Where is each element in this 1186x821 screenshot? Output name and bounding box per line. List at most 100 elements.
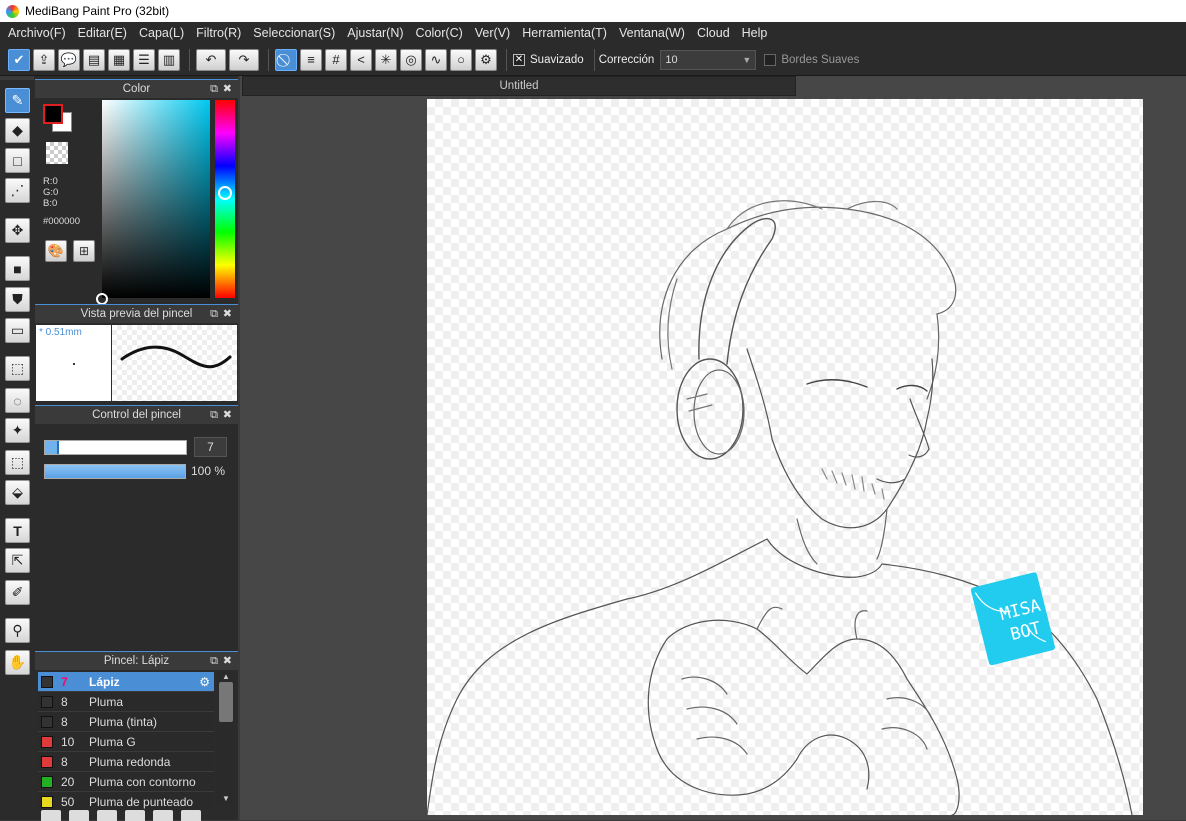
menu-ajustar[interactable]: Ajustar(N) [341,26,409,40]
close-icon[interactable]: ✖ [223,305,232,323]
snap-concentric-icon[interactable]: ◎ [400,48,422,71]
scrollbar-thumb[interactable] [219,682,233,722]
menu-archivo[interactable]: Archivo(F) [2,26,72,40]
brush-row-pluma[interactable]: 8 Pluma [38,692,214,712]
brush-list-title: Pincel: Lápiz [103,655,170,667]
menu-capa[interactable]: Capa(L) [133,26,190,40]
drawing-canvas[interactable]: MISA BOT [427,99,1143,815]
close-icon[interactable]: ✖ [223,652,232,670]
soft-edges-checkbox[interactable] [764,53,777,66]
main-toolbar: ✔ ⇪ 💬 ▤ ▦ ☰ ▥ ↶ ↷ ⃠ ≡ # < ✳ ◎ ∿ ○ ⚙ ✕ Su… [0,44,1186,76]
copy-brush-icon[interactable] [69,810,89,821]
gradient-tool-icon[interactable]: ▭ [5,318,30,343]
document-icon[interactable]: ▦ [108,48,130,71]
menu-ventana[interactable]: Ventana(W) [613,26,691,40]
menu-color[interactable]: Color(C) [410,26,469,40]
brush-control-header: Control del pincel ⧉ ✖ [35,406,238,424]
menu-editar[interactable]: Editar(E) [72,26,133,40]
rect-select-tool-icon[interactable]: ⬚ [5,356,30,381]
undo-icon[interactable]: ↶ [196,48,226,71]
operation-tool-icon[interactable]: ⇱ [5,548,30,573]
hand-tool-icon[interactable]: ✋ [5,650,30,675]
snap-radial-icon[interactable]: ✳ [375,48,397,71]
brush-size-value[interactable]: 7 [194,437,227,457]
brush-name: Pluma (tinta) [89,714,158,729]
brush-size: 20 [61,774,75,789]
snap-circle-icon[interactable]: ○ [450,48,472,71]
move-tool-icon[interactable]: ✥ [5,218,30,243]
brush-color-swatch [41,775,53,788]
transparent-color-swatch[interactable] [46,142,68,164]
smoothing-checkbox[interactable]: ✕ [513,53,525,66]
import-brush-icon[interactable] [125,810,145,821]
brush-row-lapiz[interactable]: 7 Lápiz ⚙ [38,672,214,692]
brush-size-mm: * 0.51mm [39,327,82,338]
brush-settings-gear-icon[interactable]: ⚙ [199,675,210,689]
blur-tool-icon[interactable]: ✐ [5,580,30,605]
snap-parallel-icon[interactable]: ≡ [300,48,322,71]
brush-list-scrollbar[interactable]: ▲ ▼ [217,672,235,804]
hue-slider[interactable] [215,100,235,298]
undock-icon[interactable]: ⧉ [210,305,218,323]
color-history-icon[interactable]: ⊞ [73,240,95,262]
brush-row-pluma-contorno[interactable]: 20 Pluma con contorno [38,772,214,792]
brush-row-pluma-g[interactable]: 10 Pluma G [38,732,214,752]
document-tab[interactable]: Untitled [242,76,796,96]
checklist-icon[interactable]: ▥ [158,48,180,71]
select-eraser-tool-icon[interactable]: ⬙ [5,480,30,505]
bucket-tool-icon[interactable]: ⛊ [5,287,30,312]
scroll-down-icon[interactable]: ▼ [217,794,235,804]
select-pen-tool-icon[interactable]: ⬚ [5,450,30,475]
toolbar-divider [268,48,269,71]
lasso-tool-icon[interactable]: ◌ [5,388,30,413]
snap-off-icon[interactable]: ⃠ [275,48,297,71]
menu-cloud[interactable]: Cloud [691,26,736,40]
brush-row-pluma-tinta[interactable]: 8 Pluma (tinta) [38,712,214,732]
saturation-value-picker[interactable] [96,100,210,305]
brush-size-slider[interactable] [44,440,187,455]
eyedropper-tool-icon[interactable]: ⚲ [5,618,30,643]
comment-icon[interactable]: 💬 [58,48,80,71]
shape-tool-icon[interactable]: □ [5,148,30,173]
brush-color-swatch [41,715,53,728]
undock-icon[interactable]: ⧉ [210,406,218,424]
brush-row-pluma-punteado[interactable]: 50 Pluma de punteado [38,792,214,810]
brush-row-pluma-redonda[interactable]: 8 Pluma redonda [38,752,214,772]
fill-rect-tool-icon[interactable]: ■ [5,256,30,281]
undock-icon[interactable]: ⧉ [210,652,218,670]
snap-curve-icon[interactable]: ∿ [425,48,447,71]
snap-perspective-icon[interactable]: < [350,48,372,71]
brush-preview-title: Vista previa del pincel [80,308,193,320]
menu-ver[interactable]: Ver(V) [469,26,516,40]
message-icon[interactable]: ▤ [83,48,105,71]
cloud-save-icon[interactable]: ✔ [8,48,30,71]
redo-icon[interactable]: ↷ [229,48,259,71]
layers-list-icon[interactable]: ☰ [133,48,155,71]
magic-wand-tool-icon[interactable]: ✦ [5,418,30,443]
add-brush-icon[interactable] [41,810,61,821]
hue-slider-knob[interactable] [218,186,232,201]
primary-color-swatch[interactable] [43,104,63,124]
menu-filtro[interactable]: Filtro(R) [190,26,247,40]
share-icon[interactable]: ⇪ [33,48,55,71]
menu-seleccionar[interactable]: Seleccionar(S) [247,26,341,40]
menu-help[interactable]: Help [736,26,774,40]
dot-brush-tool-icon[interactable]: ⋰ [5,178,30,203]
canvas-workspace[interactable]: Untitled MISA BOT [240,76,1186,820]
new-brush-icon[interactable] [97,810,117,821]
scroll-up-icon[interactable]: ▲ [217,672,235,682]
snap-grid-icon[interactable]: # [325,48,347,71]
text-tool-icon[interactable]: T [5,518,30,543]
snap-settings-gear-icon[interactable]: ⚙ [475,48,497,71]
menu-herramienta[interactable]: Herramienta(T) [516,26,613,40]
folder-icon[interactable] [153,810,173,821]
eraser-tool-icon[interactable]: ◆ [5,118,30,143]
close-icon[interactable]: ✖ [223,80,232,98]
delete-brush-icon[interactable] [181,810,201,821]
correction-dropdown[interactable]: 10 ▼ [660,49,757,70]
brush-opacity-slider[interactable] [44,464,186,479]
close-icon[interactable]: ✖ [223,406,232,424]
brush-tool-icon[interactable]: ✎ [5,88,30,113]
undock-icon[interactable]: ⧉ [210,80,218,98]
palette-icon[interactable]: 🎨 [45,240,67,262]
